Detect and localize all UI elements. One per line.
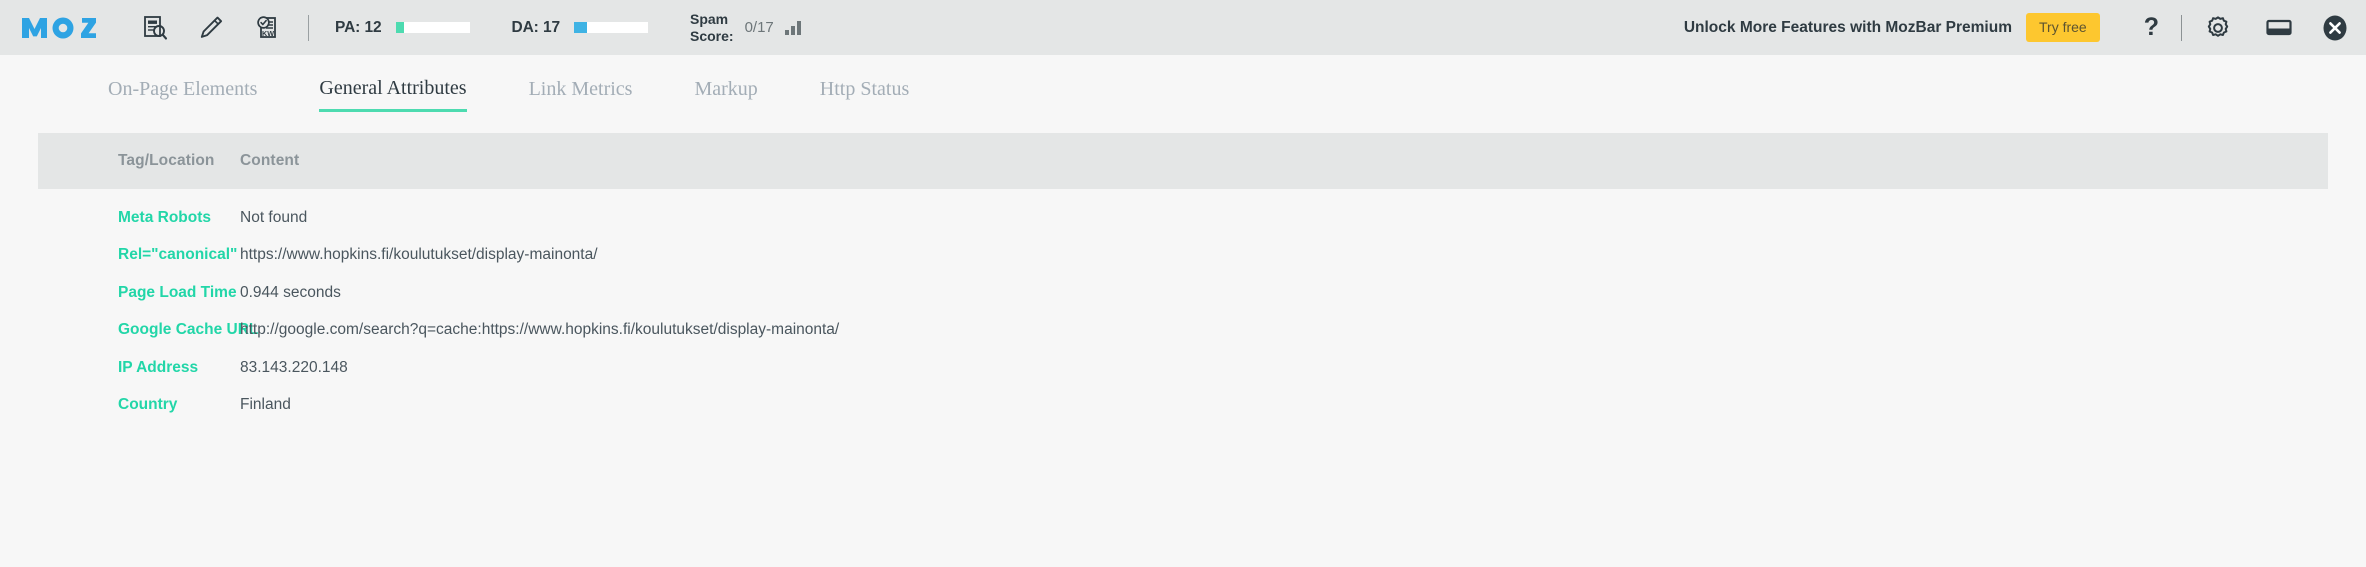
mozbar-toolbar: KW PA: 12 DA: 17 Spam Score: 0/17 Unlock…	[0, 0, 2366, 55]
table-row: IP Address 83.143.220.148	[38, 349, 2328, 387]
spam-score-value: 0/17	[744, 19, 774, 36]
page-analysis-icon[interactable]	[140, 13, 170, 43]
tab-bar: On-Page Elements General Attributes Link…	[0, 55, 2366, 133]
row-label-google-cache-url: Google Cache URL	[118, 321, 259, 339]
tool-icon-group: KW	[140, 13, 282, 43]
table-row: Page Load Time 0.944 seconds	[38, 274, 2328, 312]
toolbar-divider-left	[308, 14, 309, 41]
moz-logo[interactable]	[22, 15, 96, 41]
premium-promo-text: Unlock More Features with MozBar Premium	[1683, 18, 2012, 36]
spam-score-label: Spam Score:	[690, 11, 734, 44]
attributes-table: Tag/Location Content Meta Robots Not fou…	[0, 133, 2366, 424]
tab-http-status[interactable]: Http Status	[820, 78, 909, 110]
da-bar	[574, 22, 648, 33]
row-value-google-cache-url: http://google.com/search?q=cache:https:/…	[240, 321, 840, 339]
tab-on-page-elements[interactable]: On-Page Elements	[108, 78, 257, 110]
row-label-country: Country	[118, 396, 178, 414]
da-label: DA: 17	[511, 18, 561, 36]
row-value-meta-robots: Not found	[240, 208, 308, 226]
row-label-rel-canonical: Rel="canonical"	[118, 246, 238, 264]
column-header-content: Content	[240, 152, 300, 169]
row-label-page-load-time: Page Load Time	[118, 283, 237, 301]
try-free-button[interactable]: Try free	[2026, 13, 2100, 42]
table-row: Meta Robots Not found	[38, 199, 2328, 237]
help-icon[interactable]: ?	[2144, 15, 2159, 40]
tab-general-attributes[interactable]: General Attributes	[319, 77, 467, 112]
row-label-meta-robots: Meta Robots	[118, 208, 211, 226]
toolbar-divider-right	[2181, 14, 2182, 41]
spam-label-line2: Score:	[690, 27, 734, 44]
spam-score-metric: Spam Score: 0/17	[690, 11, 801, 44]
close-icon[interactable]	[2322, 15, 2348, 41]
table-header-row: Tag/Location Content	[38, 133, 2328, 189]
pa-label: PA: 12	[335, 18, 382, 36]
svg-text:KW: KW	[262, 29, 274, 38]
gear-icon[interactable]	[2204, 14, 2232, 42]
row-label-ip-address: IP Address	[118, 358, 199, 376]
column-header-tag-location: Tag/Location	[118, 152, 215, 169]
spam-score-bars-icon	[784, 20, 801, 35]
spam-label-line1: Spam	[690, 10, 729, 27]
table-head-gap	[38, 189, 2328, 199]
keyword-check-icon[interactable]: KW	[252, 13, 282, 43]
table-row: Google Cache URL http://google.com/searc…	[38, 312, 2328, 350]
row-value-rel-canonical: https://www.hopkins.fi/koulutukset/displ…	[240, 246, 598, 264]
da-bar-fill	[574, 22, 587, 33]
row-value-page-load-time: 0.944 seconds	[240, 283, 341, 301]
tab-link-metrics[interactable]: Link Metrics	[529, 78, 633, 110]
table-row: Country Finland	[38, 387, 2328, 425]
da-metric: DA: 17	[511, 18, 648, 37]
pa-metric: PA: 12	[335, 19, 470, 37]
table-row: Rel="canonical" https://www.hopkins.fi/k…	[38, 237, 2328, 275]
row-value-ip-address: 83.143.220.148	[240, 358, 348, 376]
highlighter-pencil-icon[interactable]	[196, 13, 226, 43]
row-value-country: Finland	[240, 396, 291, 414]
tab-markup[interactable]: Markup	[694, 78, 757, 110]
pa-bar-fill	[395, 22, 405, 33]
pa-bar	[395, 22, 470, 33]
minimize-icon[interactable]	[2266, 18, 2292, 38]
